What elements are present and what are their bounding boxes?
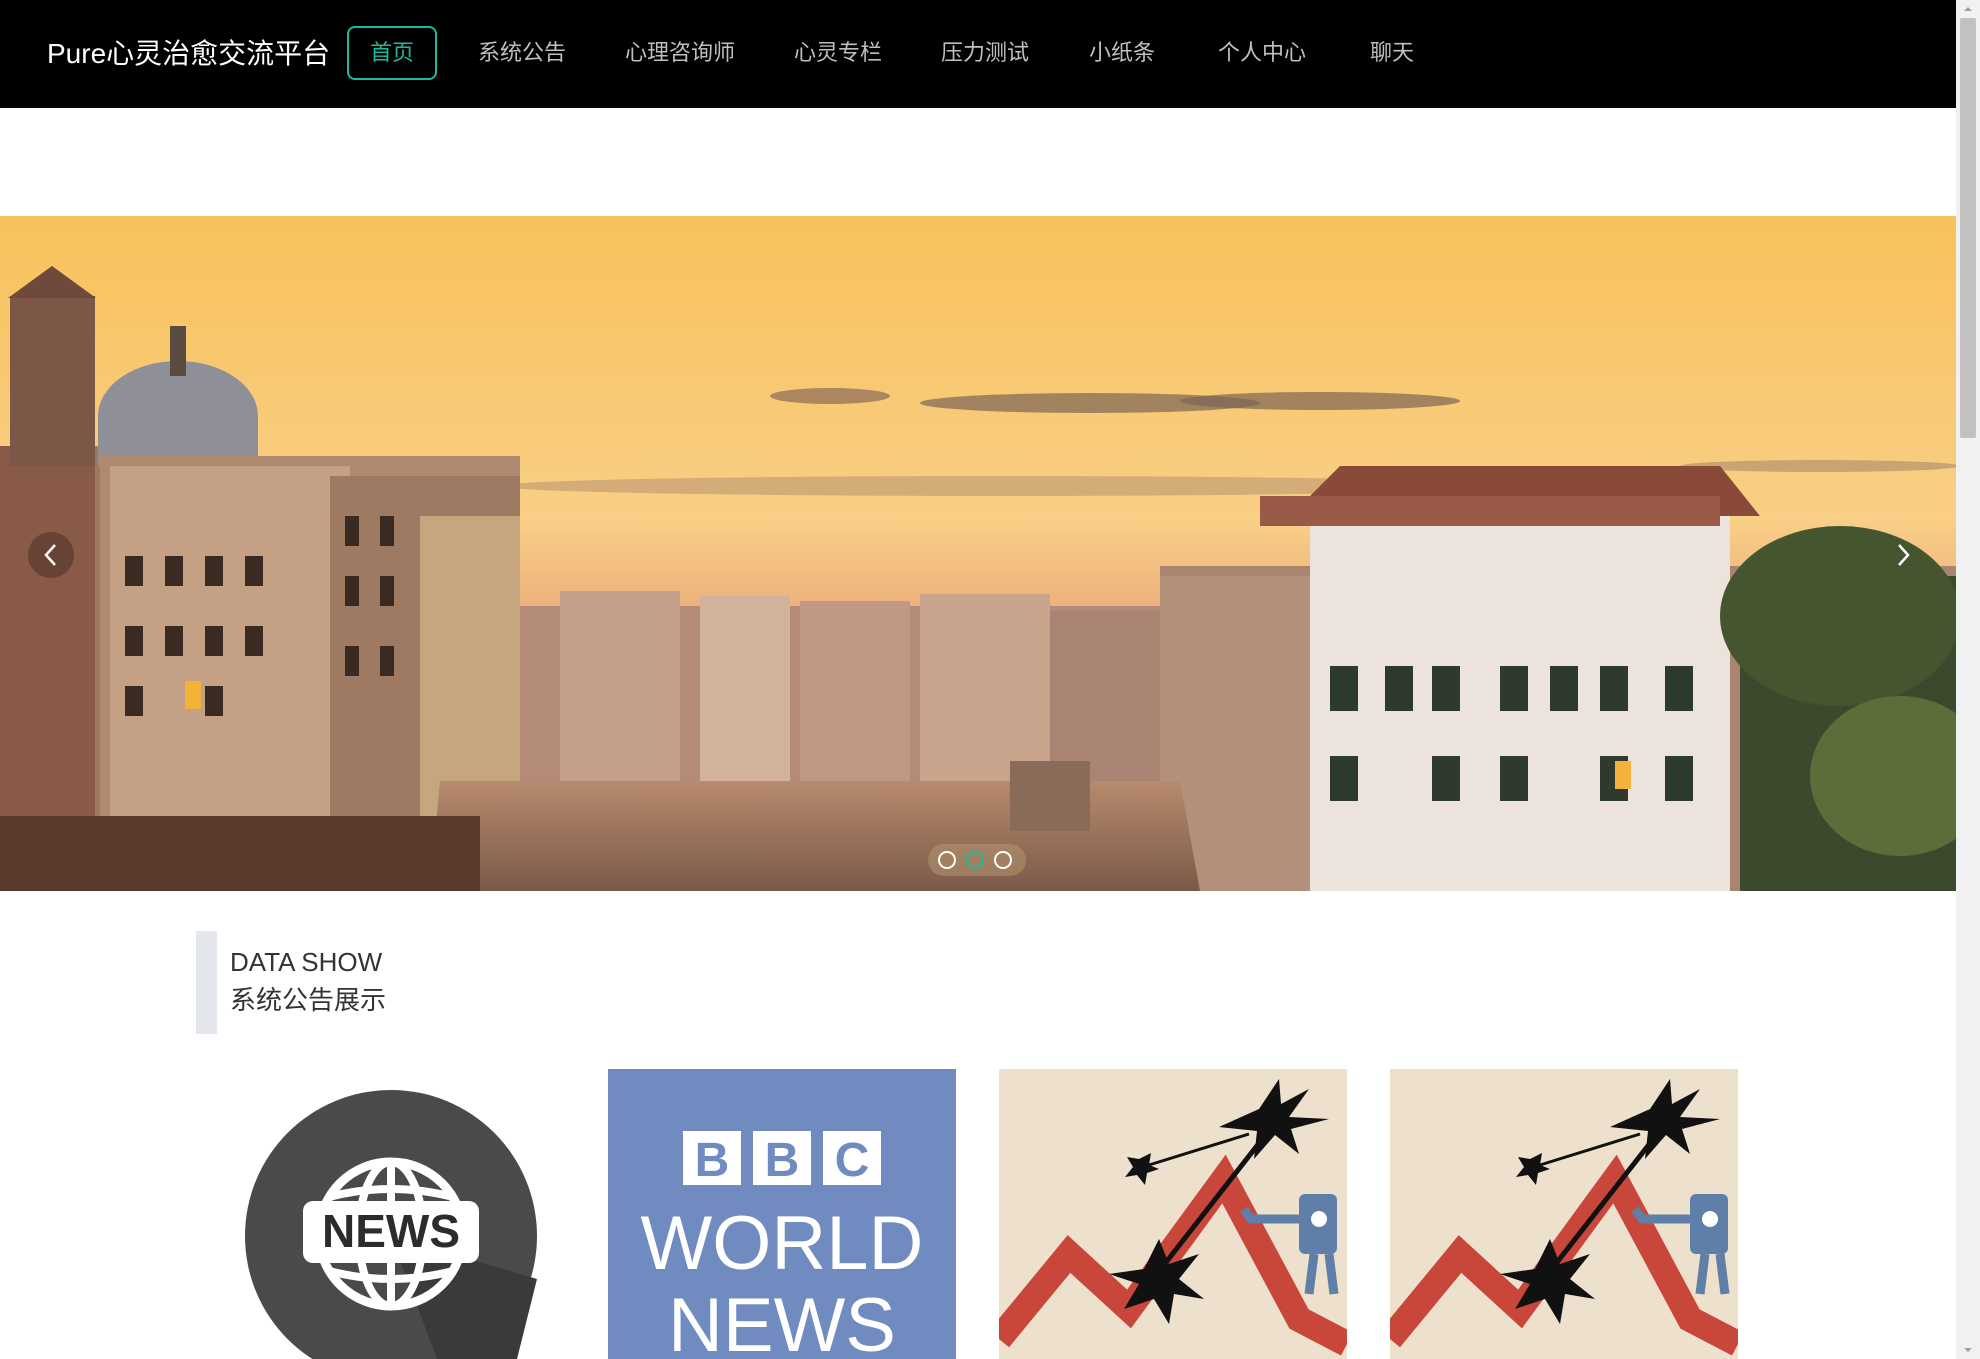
nav-notes[interactable]: 小纸条	[1080, 26, 1164, 80]
news-logo-text: NEWS	[322, 1205, 460, 1257]
carousel-next-button[interactable]	[1880, 532, 1926, 578]
nav-home[interactable]: 首页	[347, 26, 437, 80]
carousel-dot-1[interactable]	[938, 851, 956, 869]
section-title-en: DATA SHOW	[230, 947, 383, 977]
nav-column[interactable]: 心灵专栏	[780, 26, 896, 80]
carousel-dot-3[interactable]	[994, 851, 1012, 869]
top-navbar: Pure心灵治愈交流平台 首页 系统公告 心理咨询师 心灵专栏 压力测试 小纸条…	[0, 0, 1956, 108]
nav-announcements[interactable]: 系统公告	[462, 26, 582, 80]
hero-carousel[interactable]	[0, 216, 1956, 891]
bbc-logo-news: NEWS	[668, 1283, 896, 1359]
announcement-card-3[interactable]	[999, 1069, 1347, 1359]
nav-counselors[interactable]: 心理咨询师	[617, 26, 743, 80]
chevron-right-icon	[1898, 544, 1910, 566]
announcement-card-4[interactable]	[1390, 1069, 1738, 1359]
section-accent-bar	[196, 931, 217, 1034]
announcement-card-2[interactable]: B B C WORLD NEWS	[608, 1069, 956, 1359]
scroll-up-arrow-icon[interactable]	[1960, 2, 1976, 16]
news-globe-logo: NEWS	[245, 1090, 537, 1359]
stock-crash-illustration	[999, 1079, 1347, 1356]
chevron-left-icon	[44, 544, 56, 566]
nav-stress-test[interactable]: 压力测试	[926, 26, 1044, 80]
section-heading: DATA SHOW 系统公告展示	[196, 931, 596, 1034]
carousel-indicators	[928, 844, 1026, 876]
svg-text:C: C	[835, 1134, 870, 1187]
bbc-logo-world: WORLD	[641, 1201, 924, 1286]
carousel-dot-2[interactable]	[966, 851, 984, 869]
venice-canal-sunset-image	[0, 216, 1956, 891]
scroll-down-arrow-icon[interactable]	[1960, 1343, 1976, 1357]
section-title-cn: 系统公告展示	[230, 985, 387, 1015]
svg-text:B: B	[695, 1134, 730, 1187]
announcement-card-1[interactable]: NEWS	[217, 1069, 565, 1359]
stock-crash-illustration	[1390, 1079, 1738, 1356]
site-brand[interactable]: Pure心灵治愈交流平台	[47, 34, 330, 74]
bbc-world-news-logo: B B C WORLD NEWS	[641, 1131, 924, 1359]
carousel-prev-button[interactable]	[28, 532, 74, 578]
nav-profile[interactable]: 个人中心	[1213, 26, 1311, 80]
scrollbar-thumb[interactable]	[1960, 18, 1976, 438]
nav-chat[interactable]: 聊天	[1364, 26, 1420, 80]
svg-text:B: B	[765, 1134, 800, 1187]
